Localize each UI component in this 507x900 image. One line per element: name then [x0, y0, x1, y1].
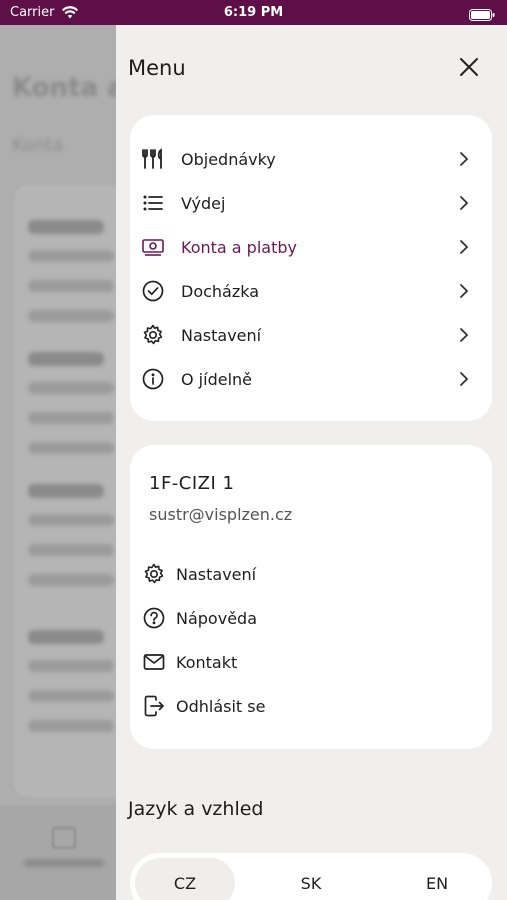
chevron-right-icon — [459, 151, 469, 171]
side-drawer: Menu Objednávky Výdej Konta a platby Doc… — [116, 25, 507, 900]
background-tab-label — [24, 859, 104, 867]
chevron-right-icon — [459, 195, 469, 215]
menu-item-dochazka[interactable]: Docházka — [130, 269, 492, 313]
background-line — [28, 250, 114, 262]
background-page-subtitle: Konta — [12, 135, 64, 156]
menu-item-nastaveni[interactable]: Nastavení — [130, 313, 492, 357]
user-card: 1F-CIZI 1 sustr@visplzen.cz Nastavení Ná… — [130, 445, 492, 749]
logout-icon — [143, 695, 165, 717]
background-line — [28, 514, 114, 526]
gear-icon — [143, 563, 165, 585]
list-icon — [142, 192, 164, 214]
language-section-title: Jazyk a vzhled — [128, 798, 264, 820]
language-option-cz[interactable]: CZ — [135, 858, 235, 900]
background-line — [28, 352, 104, 366]
background-line — [28, 310, 114, 322]
background-line — [28, 484, 104, 498]
menu-item-label: Výdej — [181, 193, 226, 213]
user-item-nastaveni[interactable]: Nastavení — [130, 554, 492, 594]
user-email: sustr@visplzen.cz — [149, 505, 293, 524]
menu-item-o-jidelne[interactable]: O jídelně — [130, 357, 492, 401]
gear-icon — [142, 324, 164, 346]
user-item-label: Odhlásit se — [176, 696, 266, 716]
menu-item-label: O jídelně — [181, 369, 252, 389]
background-line — [28, 220, 104, 234]
background-line — [28, 690, 114, 702]
user-item-label: Nápověda — [176, 608, 257, 628]
background-line — [28, 280, 114, 292]
battery-icon — [469, 6, 495, 25]
info-icon — [142, 368, 164, 390]
money-icon — [142, 236, 164, 258]
background-line — [28, 442, 114, 454]
cutlery-icon — [142, 148, 164, 170]
chevron-right-icon — [459, 239, 469, 259]
background-line — [28, 660, 114, 672]
menu-item-label: Konta a platby — [181, 237, 297, 257]
chevron-right-icon — [459, 283, 469, 303]
background-line — [28, 412, 114, 424]
status-bar: Carrier 6:19 PM — [0, 0, 507, 25]
clock-label: 6:19 PM — [223, 5, 284, 20]
mail-icon — [143, 651, 165, 673]
user-item-kontakt[interactable]: Kontakt — [130, 642, 492, 682]
drawer-title: Menu — [128, 56, 186, 80]
check-circle-icon — [142, 280, 164, 302]
close-icon — [459, 57, 479, 81]
menu-item-label: Nastavení — [181, 325, 262, 345]
language-option-en[interactable]: EN — [387, 858, 487, 900]
chevron-right-icon — [459, 371, 469, 391]
close-button[interactable] — [455, 55, 483, 83]
background-tab-icon — [52, 827, 76, 849]
chevron-right-icon — [459, 327, 469, 347]
background-line — [28, 720, 114, 732]
background-line — [28, 630, 104, 644]
language-option-sk[interactable]: SK — [261, 858, 361, 900]
menu-item-label: Docházka — [181, 281, 260, 301]
user-item-napoveda[interactable]: Nápověda — [130, 598, 492, 638]
user-item-label: Kontakt — [176, 652, 238, 672]
help-icon — [143, 607, 165, 629]
user-item-label: Nastavení — [176, 564, 257, 584]
background-page-title: Konta a — [12, 73, 125, 103]
user-item-odhlasit-se[interactable]: Odhlásit se — [130, 686, 492, 726]
background-line — [28, 574, 114, 586]
background-line — [28, 382, 114, 394]
main-menu-card: Objednávky Výdej Konta a platby Docházka — [130, 115, 492, 421]
menu-item-vydej[interactable]: Výdej — [130, 181, 492, 225]
menu-item-label: Objednávky — [181, 149, 276, 169]
background-line — [28, 544, 114, 556]
menu-item-konta-a-platby[interactable]: Konta a platby — [130, 225, 492, 269]
user-name: 1F-CIZI 1 — [149, 473, 235, 494]
language-selector: CZ SK EN — [130, 853, 492, 900]
menu-item-objednavky[interactable]: Objednávky — [130, 137, 492, 181]
